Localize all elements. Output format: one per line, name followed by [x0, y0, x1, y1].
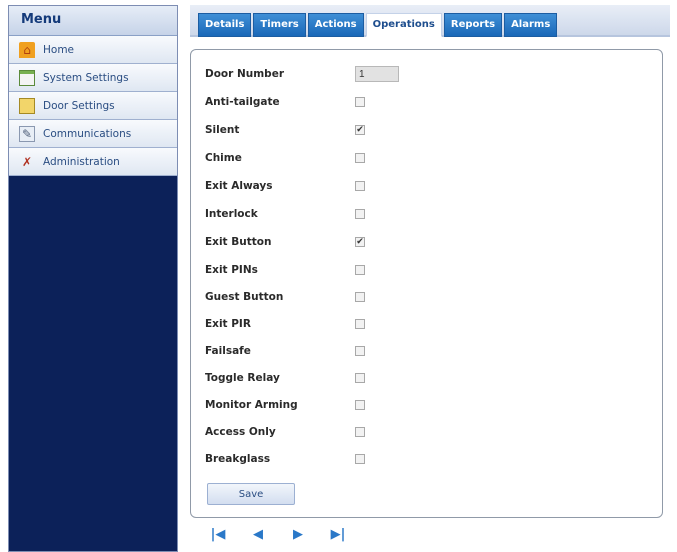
option-label: Failsafe	[205, 345, 251, 357]
option-row: Chime	[205, 148, 365, 168]
sidebar-item-communications[interactable]: ✎ Communications	[9, 120, 177, 148]
door-number-input[interactable]	[355, 66, 399, 82]
option-label: Anti-tailgate	[205, 96, 280, 108]
chime-checkbox[interactable]	[355, 153, 365, 163]
option-row: Exit Always	[205, 176, 365, 196]
tab-alarms[interactable]: Alarms	[504, 13, 558, 37]
last-page-button[interactable]: ▶|	[318, 524, 358, 544]
door-icon	[19, 97, 35, 114]
sidebar-item-label: Home	[43, 43, 75, 56]
sidebar-item-door-settings[interactable]: Door Settings	[9, 92, 177, 120]
sidebar-item-label: Door Settings	[43, 99, 115, 112]
option-label: Exit PINs	[205, 264, 258, 276]
breakglass-checkbox[interactable]	[355, 454, 365, 464]
option-label: Exit Button	[205, 236, 272, 248]
option-row: Exit Button ✔	[205, 232, 365, 252]
option-label: Exit Always	[205, 180, 273, 192]
interlock-checkbox[interactable]	[355, 209, 365, 219]
option-label: Access Only	[205, 426, 276, 438]
exit-button-checkbox[interactable]: ✔	[355, 237, 365, 247]
door-number-label: Door Number	[205, 68, 284, 80]
exit-always-checkbox[interactable]	[355, 181, 365, 191]
sidebar-item-label: Communications	[43, 127, 132, 140]
option-label: Chime	[205, 152, 242, 164]
option-row: Guest Button	[205, 287, 365, 307]
sidebar-item-system-settings[interactable]: System Settings	[9, 64, 177, 92]
option-row: Access Only	[205, 422, 365, 442]
sidebar-item-administration[interactable]: ✗ Administration	[9, 148, 177, 176]
access-only-checkbox[interactable]	[355, 427, 365, 437]
save-button[interactable]: Save	[207, 483, 295, 505]
sidebar-item-home[interactable]: ⌂ Home	[9, 36, 177, 64]
guest-button-checkbox[interactable]	[355, 292, 365, 302]
door-number-row: Door Number	[205, 64, 399, 84]
sidebar: Menu ⌂ Home System Settings Door Setting…	[8, 5, 178, 552]
option-label: Silent	[205, 124, 240, 136]
option-row: Exit PINs	[205, 260, 365, 280]
monitor-arming-checkbox[interactable]	[355, 400, 365, 410]
option-row: Monitor Arming	[205, 395, 365, 415]
failsafe-checkbox[interactable]	[355, 346, 365, 356]
tab-operations[interactable]: Operations	[365, 13, 442, 37]
previous-page-button[interactable]: ◀	[238, 524, 278, 544]
system-settings-icon	[19, 69, 35, 86]
tab-timers[interactable]: Timers	[253, 13, 306, 37]
option-row: Breakglass	[205, 449, 365, 469]
next-page-button[interactable]: ▶	[278, 524, 318, 544]
first-page-button[interactable]: |◀	[198, 524, 238, 544]
option-label: Guest Button	[205, 291, 284, 303]
tab-bar: Details Timers Actions Operations Report…	[190, 5, 670, 37]
operations-panel: Door Number Anti-tailgate Silent ✔ Chime…	[190, 49, 663, 518]
silent-checkbox[interactable]: ✔	[355, 125, 365, 135]
sidebar-item-label: Administration	[43, 155, 120, 168]
option-row: Failsafe	[205, 341, 365, 361]
option-row: Exit PIR	[205, 314, 365, 334]
option-label: Interlock	[205, 208, 258, 220]
option-row: Interlock	[205, 204, 365, 224]
option-row: Anti-tailgate	[205, 92, 365, 112]
option-label: Monitor Arming	[205, 399, 298, 411]
tab-reports[interactable]: Reports	[443, 13, 503, 37]
toggle-relay-checkbox[interactable]	[355, 373, 365, 383]
tab-actions[interactable]: Actions	[307, 13, 364, 37]
anti-tailgate-checkbox[interactable]	[355, 97, 365, 107]
home-icon: ⌂	[19, 41, 35, 58]
option-row: Toggle Relay	[205, 368, 365, 388]
exit-pins-checkbox[interactable]	[355, 265, 365, 275]
communications-icon: ✎	[19, 125, 35, 142]
exit-pir-checkbox[interactable]	[355, 319, 365, 329]
option-label: Breakglass	[205, 453, 271, 465]
sidebar-item-label: System Settings	[43, 71, 129, 84]
option-row: Silent ✔	[205, 120, 365, 140]
menu-title: Menu	[9, 6, 177, 36]
option-label: Exit PIR	[205, 318, 251, 330]
option-label: Toggle Relay	[205, 372, 280, 384]
administration-icon: ✗	[21, 154, 33, 169]
tab-details[interactable]: Details	[198, 13, 252, 37]
pager: |◀ ◀ ▶ ▶|	[198, 524, 358, 544]
